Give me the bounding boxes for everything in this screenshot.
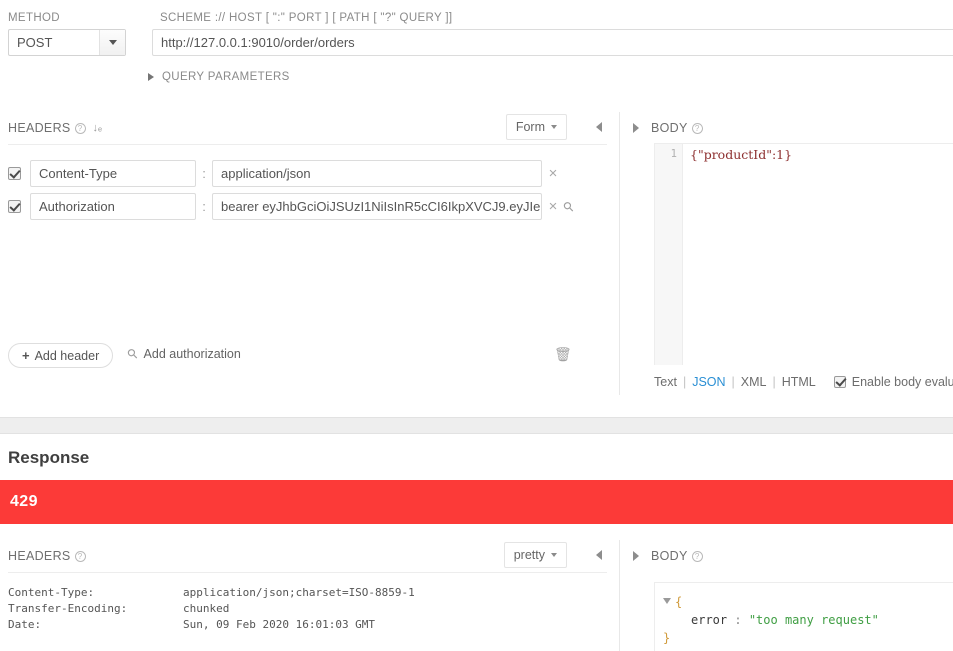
method-select[interactable]: POST: [8, 29, 126, 56]
response-body-content: { error : "too many request" }: [654, 582, 953, 651]
help-icon[interactable]: ?: [74, 550, 86, 562]
help-icon[interactable]: ?: [691, 550, 703, 562]
line-number-gutter: 1: [655, 144, 683, 365]
json-value: "too many request": [748, 613, 879, 627]
method-label: METHOD: [8, 12, 60, 24]
divider: [8, 572, 607, 573]
body-format-text[interactable]: Text: [654, 375, 677, 389]
section-divider: [0, 417, 953, 434]
sort-alpha-icon[interactable]: ↓ₑ: [93, 122, 103, 134]
response-body-pane: BODY ? { error : "too many request" }: [621, 540, 953, 651]
body-format-xml[interactable]: XML: [741, 375, 767, 389]
response-status-bar: 429: [0, 480, 953, 524]
header-value-input[interactable]: application/json: [212, 160, 542, 187]
response-body-header: BODY ?: [621, 540, 953, 572]
json-close-line: }: [663, 629, 953, 647]
http-client-window: METHOD SCHEME :// HOST [ ":" PORT ] [ PA…: [0, 0, 953, 651]
request-body-title: BODY: [651, 121, 688, 135]
header-colon: :: [202, 199, 206, 214]
request-headers-pane: HEADERS ? ↓ₑ Form Content-Type : applica…: [0, 112, 620, 395]
separator: |: [772, 375, 776, 389]
url-input[interactable]: http://127.0.0.1:9010/order/orders: [152, 29, 953, 56]
response-headers-title: HEADERS: [8, 549, 71, 563]
header-colon: :: [202, 166, 206, 181]
help-icon[interactable]: ?: [691, 122, 703, 134]
response-body-expand-toggle[interactable]: [621, 551, 639, 561]
response-headers-header: HEADERS ? pretty: [0, 540, 619, 572]
response-headers-table: Content-Type: application/json;charset=I…: [8, 586, 415, 634]
chevron-left-icon: [596, 122, 602, 132]
request-body-content[interactable]: {"productId":1}: [683, 144, 953, 365]
request-body-editor[interactable]: 1 {"productId":1}: [654, 143, 953, 365]
header-enabled-checkbox[interactable]: [8, 167, 21, 180]
table-row: Transfer-Encoding: chunked: [8, 602, 415, 618]
table-row: Content-Type: application/json;charset=I…: [8, 586, 415, 602]
chevron-left-icon: [596, 550, 602, 560]
status-code-badge: 429: [10, 493, 38, 510]
chevron-down-icon[interactable]: [99, 30, 125, 55]
response-title: Response: [8, 448, 90, 467]
response-header-value: application/json;charset=ISO-8859-1: [183, 586, 415, 599]
response-headers-format-dropdown[interactable]: pretty: [503, 542, 567, 568]
request-body-header: BODY ?: [621, 112, 953, 144]
header-value-input[interactable]: bearer eyJhbGciOiJSUzI1NiIsInR5cCI6IkpXV…: [212, 193, 542, 220]
response-body-title: BODY: [651, 549, 688, 563]
url-format-label: SCHEME :// HOST [ ":" PORT ] [ PATH [ "?…: [160, 12, 453, 24]
body-format-json[interactable]: JSON: [692, 375, 725, 389]
header-enabled-checkbox[interactable]: [8, 200, 21, 213]
chevron-right-icon: [148, 73, 154, 81]
trash-icon[interactable]: 🗑: [554, 346, 572, 363]
response-header-value: Sun, 09 Feb 2020 16:01:03 GMT: [183, 618, 376, 631]
response-headers-collapse-button[interactable]: [591, 547, 607, 563]
request-body-format-bar: Text | JSON | XML | HTML Enable body eva…: [654, 371, 953, 393]
header-name-input[interactable]: Authorization: [30, 193, 196, 220]
enable-body-evaluation-label: Enable body evalu: [851, 375, 953, 389]
response-header-name: Date:: [8, 618, 42, 631]
header-name-input[interactable]: Content-Type: [30, 160, 196, 187]
response-headers-format-value: pretty: [513, 548, 545, 562]
request-headers-header: HEADERS ? ↓ₑ Form: [0, 112, 619, 144]
json-open-line: {: [663, 593, 953, 611]
add-header-label: Add header: [34, 348, 100, 363]
plus-icon: +: [22, 348, 30, 363]
add-authorization-label: Add authorization: [143, 347, 241, 361]
key-icon: ⚲: [123, 344, 142, 363]
remove-header-icon[interactable]: ×: [542, 166, 564, 181]
json-colon: :: [734, 613, 742, 627]
table-row: Date: Sun, 09 Feb 2020 16:01:03 GMT: [8, 618, 415, 634]
help-icon[interactable]: ?: [74, 122, 86, 134]
query-parameters-toggle[interactable]: QUERY PARAMETERS: [148, 71, 290, 83]
response-headers-pane: HEADERS ? pretty Content-Type: applicati…: [0, 540, 620, 651]
header-row: Authorization : bearer eyJhbGciOiJSUzI1N…: [8, 193, 577, 220]
json-close-brace: }: [663, 631, 671, 645]
header-row: Content-Type : application/json ×: [8, 160, 564, 187]
separator: |: [682, 375, 687, 389]
method-select-value: POST: [17, 35, 53, 50]
add-authorization-button[interactable]: ⚲ Add authorization: [124, 345, 241, 362]
request-body-pane: BODY ? 1 {"productId":1} Text | JSON | X…: [621, 112, 953, 395]
response-header-value: chunked: [183, 602, 230, 615]
json-open-brace: {: [675, 595, 683, 609]
response-header-name: Transfer-Encoding:: [8, 602, 128, 615]
request-headers-title: HEADERS: [8, 121, 71, 135]
header-actions-row: + Add header ⚲ Add authorization 🗑: [8, 343, 612, 369]
request-headers-format-dropdown[interactable]: Form: [505, 114, 567, 140]
response-header-name: Content-Type:: [8, 586, 95, 599]
enable-body-evaluation-checkbox[interactable]: [833, 376, 846, 388]
query-parameters-label: QUERY PARAMETERS: [162, 71, 290, 83]
collapse-node-icon[interactable]: [663, 598, 671, 604]
json-key: error: [691, 613, 728, 627]
json-property: error : "too many request": [663, 611, 953, 629]
request-headers-format-value: Form: [515, 120, 545, 134]
request-body-expand-toggle[interactable]: [621, 123, 639, 133]
request-headers-collapse-button[interactable]: [591, 119, 607, 135]
body-format-html[interactable]: HTML: [782, 375, 816, 389]
divider: [8, 144, 607, 145]
add-header-button[interactable]: + Add header: [8, 343, 114, 368]
separator: |: [731, 375, 735, 389]
